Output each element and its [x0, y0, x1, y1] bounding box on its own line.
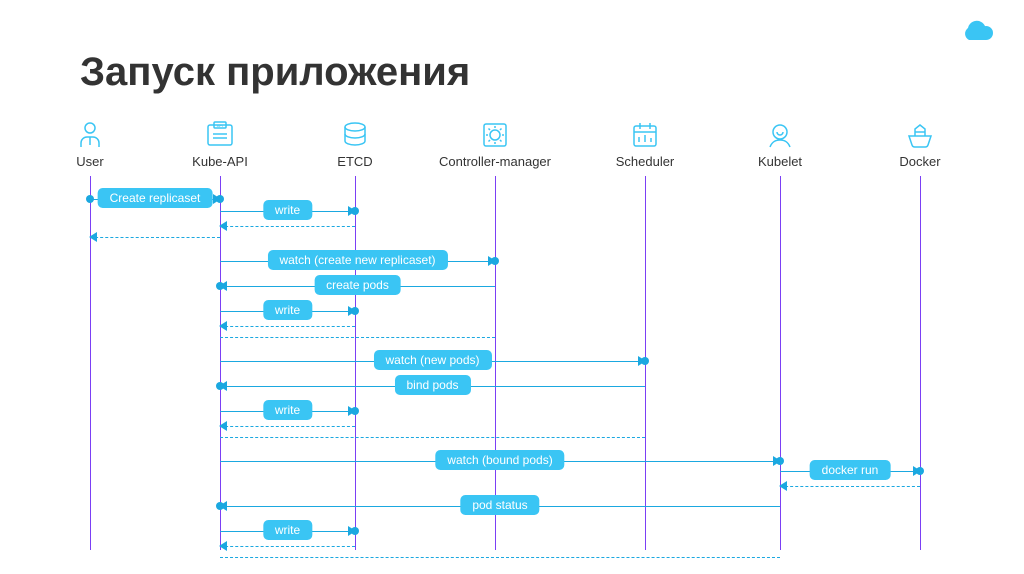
docker-icon	[905, 120, 935, 150]
actor-label-kubelet: Kubelet	[758, 154, 802, 169]
message-label: Create replicaset	[98, 188, 213, 208]
message-label: write	[263, 520, 312, 540]
cloud-icon	[958, 20, 994, 49]
message-label: docker run	[810, 460, 891, 480]
return-2	[220, 221, 355, 233]
activation-dot	[216, 502, 224, 510]
lifeline-kubelet	[780, 176, 781, 550]
return-3	[90, 232, 220, 244]
message-17: pod status	[220, 495, 780, 519]
activation-dot	[86, 195, 94, 203]
actor-label-controller-manager: Controller-manager	[439, 154, 551, 169]
activation-dot	[491, 257, 499, 265]
message-9: watch (new pods)	[220, 350, 645, 374]
scheduler-icon	[630, 120, 660, 150]
message-10: bind pods	[220, 375, 645, 399]
activation-dot	[216, 282, 224, 290]
actor-label-etcd: ETCD	[337, 154, 372, 169]
message-label: watch (new pods)	[373, 350, 491, 370]
return-20	[220, 552, 780, 564]
actor-label-docker: Docker	[899, 154, 940, 169]
user-icon	[75, 120, 105, 150]
actor-label-kube-api: Kube-API	[192, 154, 248, 169]
activation-dot	[351, 307, 359, 315]
svg-text:API: API	[217, 123, 223, 128]
activation-dot	[916, 467, 924, 475]
message-0: Create replicaset	[90, 188, 220, 212]
page-title: Запуск приложения	[80, 50, 470, 95]
message-label: write	[263, 300, 312, 320]
message-label: bind pods	[394, 375, 470, 395]
return-8	[220, 332, 495, 344]
kube-api-icon: API	[205, 120, 235, 150]
controller-manager-icon	[480, 120, 510, 150]
message-label: watch (bound pods)	[435, 450, 564, 470]
sequence-diagram: UserAPIKube-APIETCDController-managerSch…	[80, 120, 955, 550]
etcd-icon	[340, 120, 370, 150]
message-4: watch (create new replicaset)	[220, 250, 495, 274]
activation-dot	[351, 207, 359, 215]
message-5: create pods	[220, 275, 495, 299]
message-label: write	[263, 200, 312, 220]
return-16	[780, 481, 920, 493]
return-13	[220, 432, 645, 444]
kubelet-icon	[765, 120, 795, 150]
message-14: watch (bound pods)	[220, 450, 780, 474]
activation-dot	[641, 357, 649, 365]
message-label: pod status	[460, 495, 539, 515]
message-label: write	[263, 400, 312, 420]
activation-dot	[216, 382, 224, 390]
activation-dot	[351, 407, 359, 415]
lifeline-docker	[920, 176, 921, 550]
message-label: create pods	[314, 275, 401, 295]
activation-dot	[351, 527, 359, 535]
message-label: watch (create new replicaset)	[267, 250, 447, 270]
actor-label-user: User	[76, 154, 103, 169]
actor-label-scheduler: Scheduler	[616, 154, 675, 169]
